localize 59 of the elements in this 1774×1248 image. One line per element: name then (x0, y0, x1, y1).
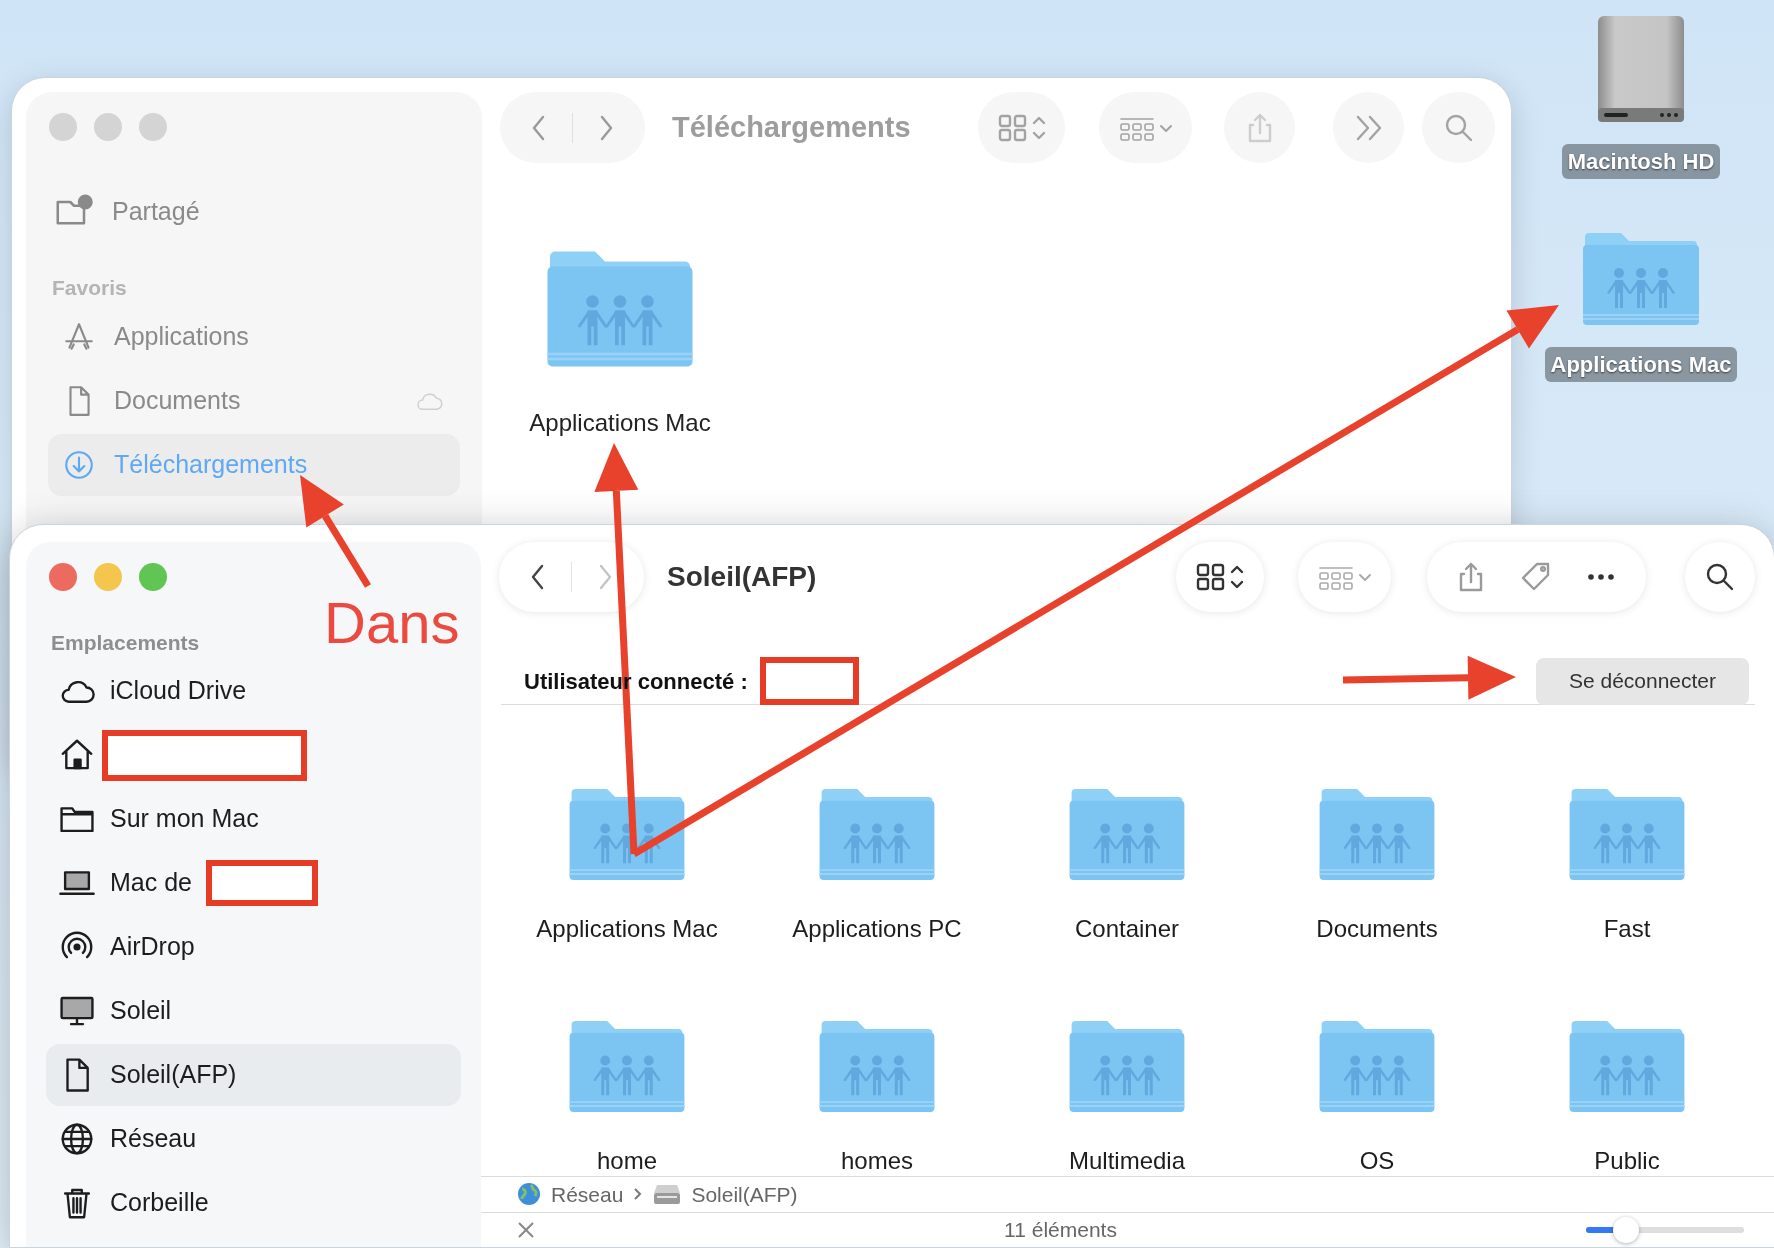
desktop-icon-label: Macintosh HD (1561, 144, 1721, 179)
sidebar-item[interactable]: Corbeille (46, 1172, 461, 1234)
shared-folder-icon[interactable] (567, 1019, 687, 1114)
shared-folder-icon[interactable] (1067, 1019, 1187, 1114)
cross-icon[interactable] (517, 1220, 535, 1239)
shared-folder-icon[interactable] (1067, 787, 1187, 882)
sidebar-item[interactable]: Soleil (46, 980, 461, 1042)
file-name: Applications Mac (536, 914, 718, 944)
window-title: Téléchargements (672, 109, 912, 145)
slider-thumb[interactable] (1612, 1216, 1639, 1243)
item-count: 11 éléments (1003, 1217, 1118, 1243)
sidebar-section-title: Favoris (52, 274, 127, 301)
grid-view-icon[interactable] (1196, 562, 1244, 592)
file-name: Documents (1316, 914, 1438, 944)
tag-icon[interactable] (1520, 562, 1551, 592)
window-control-button[interactable] (94, 563, 122, 591)
drive-icon (653, 1183, 682, 1206)
shared-folder-icon[interactable] (1581, 231, 1701, 327)
disconnect-button[interactable]: Se déconnecter (1536, 657, 1749, 705)
shared-folder-icon[interactable] (817, 1019, 937, 1114)
file-name: Public (1594, 1146, 1660, 1176)
sidebar-section-title: Emplacements (51, 629, 200, 656)
globe-icon (517, 1182, 541, 1207)
sidebar-item[interactable]: Réseau (46, 1108, 461, 1170)
shared-folder-icon[interactable] (545, 249, 695, 369)
path-item[interactable]: Soleil(AFP) (691, 1178, 798, 1210)
window-control-button[interactable] (139, 113, 167, 141)
sidebar-item[interactable]: Soleil(AFP) (46, 1044, 461, 1106)
shared-folder-icon[interactable] (1317, 787, 1437, 882)
download-icon (62, 448, 96, 482)
sidebar-item[interactable]: Sur mon Mac (46, 788, 461, 850)
path-separator-icon (633, 1187, 644, 1202)
file-name: Applications Mac (529, 408, 711, 438)
file-name: Container (1074, 914, 1180, 944)
window-control-button[interactable] (139, 563, 167, 591)
shared-folder-icon[interactable] (1317, 1019, 1437, 1114)
window-control-button[interactable] (49, 563, 77, 591)
window-control-button[interactable] (94, 113, 122, 141)
file-name: Multimedia (1068, 1146, 1185, 1176)
drive-icon[interactable] (1596, 14, 1686, 124)
shared-folder-icon[interactable] (817, 787, 937, 882)
file-name: home (596, 1146, 657, 1176)
shared-folder-icon[interactable] (1567, 787, 1687, 882)
file-name: Applications PC (792, 914, 962, 944)
sidebar-item[interactable]: iCloud Drive (46, 660, 461, 722)
shared-folder-icon[interactable] (567, 787, 687, 882)
sidebar-item[interactable]: AirDrop (46, 916, 461, 978)
annotation-label: Dans (324, 590, 460, 656)
shared-folder-icon[interactable] (1567, 1019, 1687, 1114)
search-icon[interactable] (1705, 562, 1735, 592)
window-title: Soleil(AFP) (667, 560, 818, 594)
window-control-button[interactable] (49, 113, 77, 141)
file-name: homes (840, 1146, 913, 1176)
desktop-icon-label: Applications Mac (1544, 347, 1738, 382)
sidebar-item[interactable]: Mac de (46, 852, 461, 914)
file-name: OS (1359, 1146, 1395, 1176)
file-name: Fast (1603, 914, 1651, 944)
path-item[interactable]: Réseau (551, 1178, 624, 1210)
icon-size-slider[interactable] (1586, 1216, 1744, 1243)
